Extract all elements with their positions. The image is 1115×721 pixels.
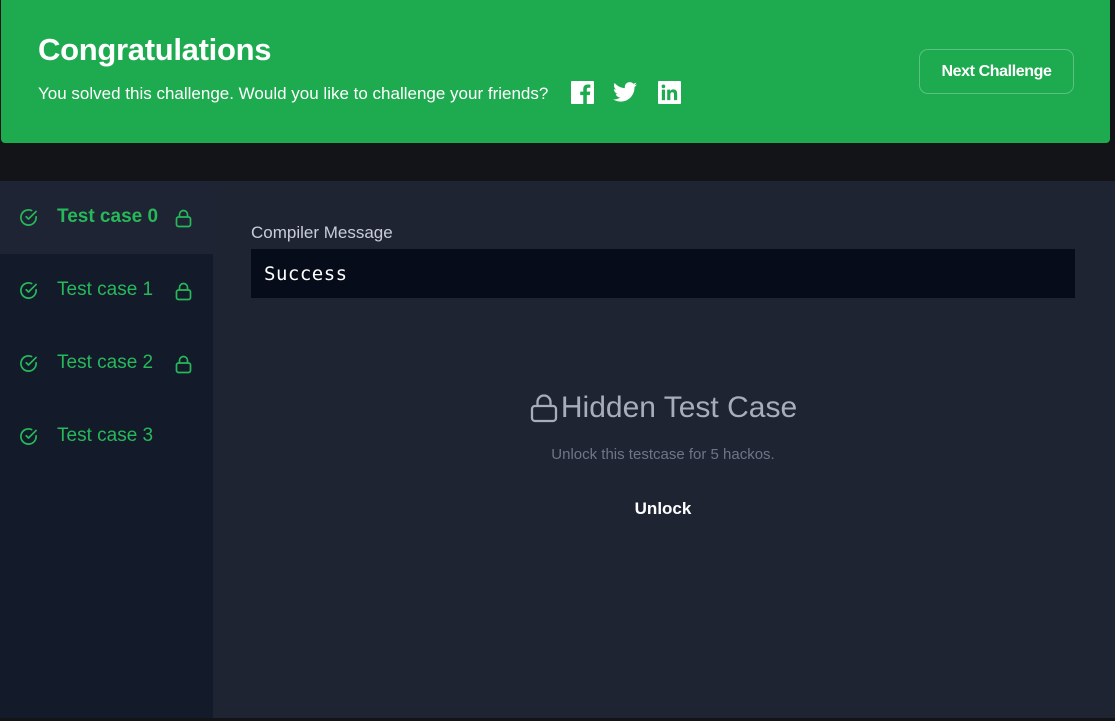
test-case-panel: Compiler Message Success Hidden Test Cas…: [213, 181, 1115, 718]
next-challenge-button[interactable]: Next Challenge: [919, 49, 1074, 94]
check-circle-icon: [20, 355, 37, 372]
sidebar-item-test-case-3[interactable]: Test case 3: [0, 400, 213, 473]
compiler-message-label: Compiler Message: [251, 223, 393, 242]
sidebar-item-test-case-2[interactable]: Test case 2: [0, 327, 213, 400]
hidden-test-case-heading: Hidden Test Case: [213, 391, 1113, 425]
hidden-test-case-subtitle: Unlock this testcase for 5 hackos.: [551, 446, 775, 463]
unlock-button[interactable]: Unlock: [613, 494, 713, 524]
sidebar-item-test-case-0[interactable]: Test case 0: [0, 181, 213, 254]
facebook-icon[interactable]: [570, 80, 594, 104]
sidebar-item-label: Test case 0: [57, 206, 159, 227]
hidden-test-case-title: Hidden Test Case: [560, 391, 798, 424]
sidebar-item-label: Test case 1: [57, 279, 154, 300]
lock-icon: [175, 355, 192, 374]
twitter-icon[interactable]: [613, 80, 637, 104]
lock-icon: [175, 282, 192, 301]
banner-subtitle: You solved this challenge. Would you lik…: [38, 84, 549, 103]
linkedin-icon[interactable]: [657, 80, 681, 104]
sidebar-item-test-case-1[interactable]: Test case 1: [0, 254, 213, 327]
sidebar-item-label: Test case 3: [57, 425, 154, 446]
lock-icon: [175, 209, 192, 228]
sidebar-item-label: Test case 2: [57, 352, 154, 373]
check-circle-icon: [20, 209, 37, 226]
compiler-message-box: Success: [251, 249, 1075, 298]
banner-title: Congratulations: [38, 32, 272, 67]
compiler-output: Success: [264, 262, 348, 285]
divider-bar: [0, 143, 1115, 181]
test-case-sidebar: Test case 0 Test case 1 Test case 2 Test…: [0, 181, 213, 721]
check-circle-icon: [20, 428, 37, 445]
lock-icon: [530, 394, 558, 423]
check-circle-icon: [20, 282, 37, 299]
success-banner: Congratulations You solved this challeng…: [1, 0, 1110, 143]
